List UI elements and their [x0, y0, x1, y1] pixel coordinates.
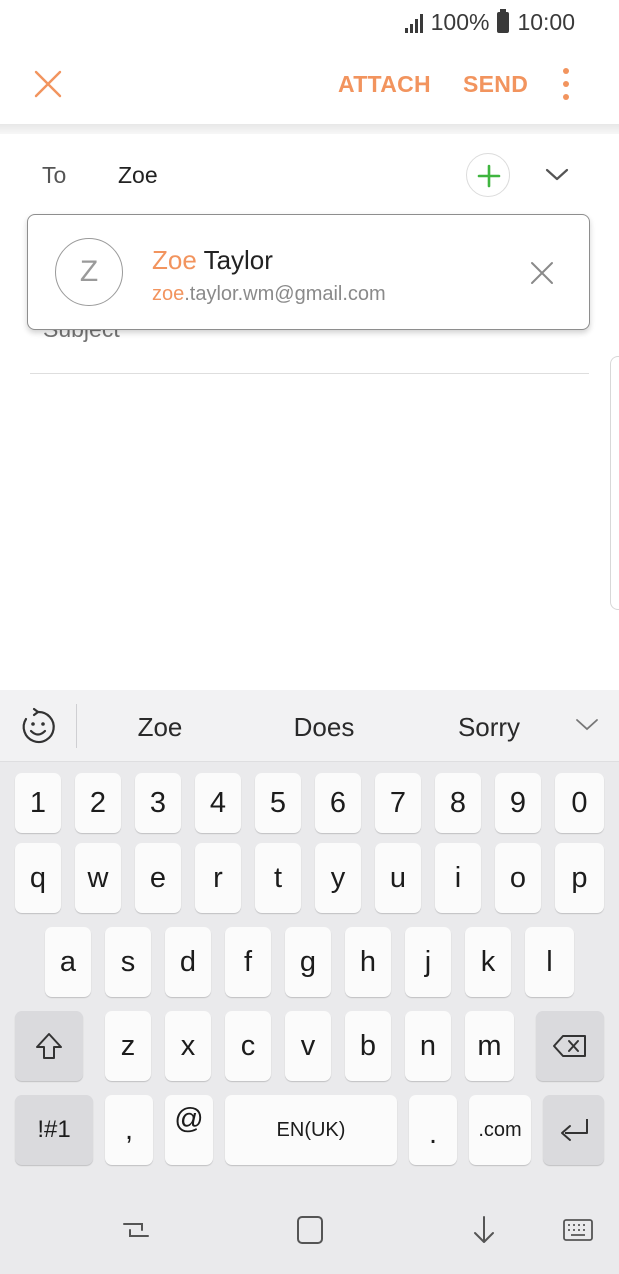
shift-key[interactable] — [15, 1011, 83, 1081]
home-button[interactable] — [292, 1212, 328, 1248]
key-c[interactable]: c — [225, 1011, 271, 1081]
navigation-bar — [0, 1190, 619, 1274]
suggestion-divider — [76, 704, 77, 748]
key-h[interactable]: h — [345, 927, 391, 997]
send-button[interactable]: SEND — [463, 71, 528, 98]
enter-icon — [560, 1119, 588, 1141]
contact-suggestion[interactable]: Z Zoe Taylor zoe.taylor.wm@gmail.com — [27, 214, 590, 330]
key-8[interactable]: 8 — [435, 773, 481, 833]
key-g[interactable]: g — [285, 927, 331, 997]
key-w[interactable]: w — [75, 843, 121, 913]
keyboard-icon — [563, 1219, 593, 1241]
emoji-icon — [22, 707, 55, 744]
shift-icon — [36, 1033, 62, 1059]
key-3[interactable]: 3 — [135, 773, 181, 833]
keyboard: Zoe Does Sorry 1 2 3 4 5 6 7 8 9 0 q w e… — [0, 690, 619, 1190]
add-recipient-button[interactable] — [466, 153, 510, 197]
enter-key[interactable] — [543, 1095, 604, 1165]
key-5[interactable]: 5 — [255, 773, 301, 833]
to-row: To Zoe — [0, 134, 619, 214]
word-suggestion[interactable]: Sorry — [419, 712, 559, 743]
close-icon — [34, 70, 62, 98]
key-4[interactable]: 4 — [195, 773, 241, 833]
key-d[interactable]: d — [165, 927, 211, 997]
key-b[interactable]: b — [345, 1011, 391, 1081]
key-2[interactable]: 2 — [75, 773, 121, 833]
keyboard-switch-button[interactable] — [560, 1212, 596, 1248]
key-9[interactable]: 9 — [495, 773, 541, 833]
recents-icon — [123, 1223, 149, 1237]
keyboard-suggestion-bar: Zoe Does Sorry — [0, 690, 619, 762]
suggestion-name-rest: Taylor — [196, 245, 273, 275]
email-body-input[interactable] — [30, 374, 590, 684]
key-j[interactable]: j — [405, 927, 451, 997]
chevron-down-icon — [545, 168, 569, 181]
back-button[interactable] — [466, 1212, 502, 1248]
key-k[interactable]: k — [465, 927, 511, 997]
key-r[interactable]: r — [195, 843, 241, 913]
key-x[interactable]: x — [165, 1011, 211, 1081]
symbols-key[interactable]: !#1 — [15, 1095, 93, 1165]
key-z[interactable]: z — [105, 1011, 151, 1081]
key-t[interactable]: t — [255, 843, 301, 913]
plus-icon — [477, 164, 501, 188]
comma-key[interactable]: , — [105, 1095, 153, 1165]
chevron-down-icon — [576, 719, 598, 731]
collapse-suggestions-button[interactable] — [574, 716, 600, 734]
key-a[interactable]: a — [45, 927, 91, 997]
key-n[interactable]: n — [405, 1011, 451, 1081]
hide-keyboard-icon — [474, 1216, 494, 1243]
key-v[interactable]: v — [285, 1011, 331, 1081]
suggestion-name-match: Zoe — [152, 245, 197, 275]
word-suggestion[interactable]: Zoe — [90, 712, 230, 743]
key-m[interactable]: m — [465, 1011, 514, 1081]
attach-button[interactable]: ATTACH — [338, 71, 431, 98]
space-key[interactable]: EN(UK) — [225, 1095, 397, 1165]
suggestion-email: zoe.taylor.wm@gmail.com — [152, 283, 386, 306]
avatar: Z — [55, 238, 123, 306]
to-input[interactable]: Zoe — [118, 162, 158, 189]
close-button[interactable] — [28, 64, 68, 104]
edge-panel-handle[interactable] — [610, 356, 619, 610]
expand-recipients-button[interactable] — [540, 159, 574, 189]
key-e[interactable]: e — [135, 843, 181, 913]
to-label: To — [42, 162, 67, 188]
key-o[interactable]: o — [495, 843, 541, 913]
word-suggestion[interactable]: Does — [254, 712, 394, 743]
period-key[interactable]: . — [409, 1095, 457, 1165]
app-bar-divider — [0, 124, 619, 134]
status-bar: 100% 10:00 — [0, 0, 619, 44]
key-0[interactable]: 0 — [555, 773, 604, 833]
key-q[interactable]: q — [15, 843, 61, 913]
backspace-key[interactable] — [536, 1011, 604, 1081]
recents-button[interactable] — [118, 1212, 154, 1248]
key-y[interactable]: y — [315, 843, 361, 913]
key-i[interactable]: i — [435, 843, 481, 913]
more-vert-icon — [563, 68, 569, 74]
battery-icon — [497, 9, 510, 33]
suggestion-name: Zoe Taylor — [152, 245, 273, 276]
app-bar: ATTACH SEND — [0, 44, 619, 124]
key-7[interactable]: 7 — [375, 773, 421, 833]
key-s[interactable]: s — [105, 927, 151, 997]
more-options-button[interactable] — [556, 66, 576, 102]
close-icon — [531, 262, 553, 284]
emoji-button[interactable] — [18, 707, 58, 747]
key-6[interactable]: 6 — [315, 773, 361, 833]
suggestion-email-match: zoe — [152, 283, 185, 305]
key-u[interactable]: u — [375, 843, 421, 913]
dismiss-suggestion-button[interactable] — [528, 259, 556, 287]
at-key[interactable]: @ — [165, 1095, 213, 1165]
key-p[interactable]: p — [555, 843, 604, 913]
battery-percent: 100% — [430, 9, 490, 35]
dotcom-key[interactable]: .com — [469, 1095, 531, 1165]
clock: 10:00 — [517, 9, 575, 35]
signal-icon — [404, 13, 423, 33]
key-l[interactable]: l — [525, 927, 574, 997]
suggestion-email-rest: .taylor.wm@gmail.com — [184, 283, 386, 305]
home-icon — [297, 1216, 323, 1244]
backspace-icon — [553, 1035, 586, 1057]
key-f[interactable]: f — [225, 927, 271, 997]
key-1[interactable]: 1 — [15, 773, 61, 833]
